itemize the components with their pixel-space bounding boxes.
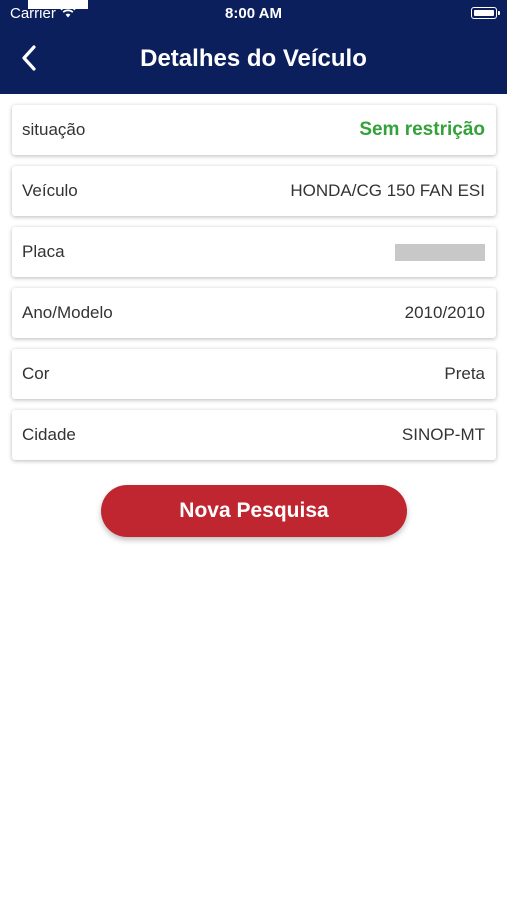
header-bar: Carrier 8:00 AM Detalhes do Veículo bbox=[0, 0, 507, 94]
city-value: SINOP-MT bbox=[401, 425, 485, 444]
page-title: Detalhes do Veículo bbox=[140, 45, 367, 72]
battery-icon bbox=[471, 7, 500, 19]
vehicle-model-value: HONDA/CG 150 FAN ESI bbox=[290, 181, 485, 200]
detail-label: situação bbox=[22, 120, 86, 139]
detail-label: Cor bbox=[22, 364, 50, 383]
detail-label: Placa bbox=[22, 242, 65, 261]
detail-label: Ano/Modelo bbox=[22, 303, 113, 322]
detail-label: Cidade bbox=[22, 425, 76, 444]
vehicle-details-list: situação Sem restrição Veículo HONDA/CG … bbox=[12, 105, 496, 471]
detail-row-placa: Placa bbox=[12, 227, 496, 277]
new-search-button[interactable]: Nova Pesquisa bbox=[101, 485, 407, 537]
plate-redacted-value bbox=[395, 243, 485, 261]
detail-row-ano-modelo: Ano/Modelo 2010/2010 bbox=[12, 288, 496, 338]
vehicle-details-screen: Carrier 8:00 AM Detalhes do Veículo situ… bbox=[0, 0, 507, 900]
year-model-value: 2010/2010 bbox=[404, 303, 485, 322]
detail-row-situacao: situação Sem restrição bbox=[12, 105, 496, 155]
detail-row-veiculo: Veículo HONDA/CG 150 FAN ESI bbox=[12, 166, 496, 216]
detail-row-cidade: Cidade SINOP-MT bbox=[12, 410, 496, 460]
status-bar: Carrier 8:00 AM bbox=[0, 0, 507, 28]
detail-row-cor: Cor Preta bbox=[12, 349, 496, 399]
status-value: Sem restrição bbox=[359, 119, 485, 140]
navigation-bar: Detalhes do Veículo bbox=[0, 28, 507, 94]
clock: 8:00 AM bbox=[225, 5, 282, 22]
detail-label: Veículo bbox=[22, 181, 78, 200]
color-value: Preta bbox=[444, 364, 485, 383]
